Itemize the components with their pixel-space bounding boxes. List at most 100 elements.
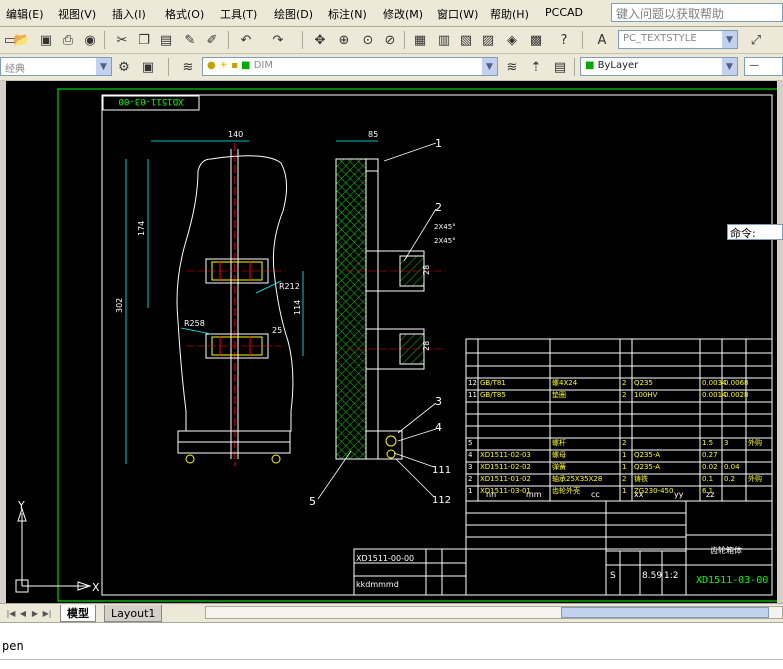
separator: [228, 31, 229, 49]
separator: [168, 58, 169, 76]
bom-cell-w1: 0.27: [702, 451, 718, 459]
bom-cell-w1: 1.5: [702, 439, 713, 447]
tool-palettes-icon[interactable]: ▧: [456, 30, 476, 50]
bom-cell-w1: 0.1: [702, 475, 713, 483]
dim-style-icon[interactable]: ⤢: [746, 30, 766, 50]
copy-icon[interactable]: ❐: [134, 30, 154, 50]
bom-cell-code: XD1511-02-02: [480, 463, 531, 471]
bom-cell-name: 螺杆: [552, 438, 566, 447]
chevron-down-icon[interactable]: ▼: [482, 58, 497, 75]
undo-icon[interactable]: ↶: [236, 30, 256, 50]
color-dropdown[interactable]: ■ ByLayer ▼: [580, 57, 738, 76]
first-tab-icon[interactable]: |◀: [6, 607, 16, 619]
help-icon[interactable]: ?: [554, 30, 574, 50]
command-history-line: pen: [2, 639, 24, 653]
menu-help[interactable]: 帮助(H): [490, 6, 529, 22]
zoom-previous-icon[interactable]: ⊘: [380, 30, 400, 50]
menu-window[interactable]: 窗口(W): [437, 6, 478, 22]
bom-cell-material: Q235-A: [634, 451, 660, 459]
bom-cell-no: 1: [468, 487, 472, 495]
pan-icon[interactable]: ✥: [310, 30, 330, 50]
zoom-realtime-icon[interactable]: ⊕: [334, 30, 354, 50]
paste-icon[interactable]: ▤: [156, 30, 176, 50]
menu-format[interactable]: 格式(O): [165, 6, 204, 22]
bom-cell-note: 外购: [748, 438, 762, 447]
help-search-input[interactable]: 键入问题以获取帮助: [611, 3, 783, 22]
prev-tab-icon[interactable]: ◀: [18, 607, 28, 619]
text-style-icon[interactable]: A: [592, 30, 612, 50]
menu-insert[interactable]: 插入(I): [112, 6, 146, 22]
menu-dimension[interactable]: 标注(N): [328, 6, 367, 22]
bom-cell-code: GB/T81: [480, 379, 506, 387]
text-style-dropdown[interactable]: PC_TEXTSTYLE ▼: [618, 30, 738, 49]
zoom-window-icon[interactable]: ⊙: [358, 30, 378, 50]
chevron-down-icon[interactable]: ▼: [722, 31, 737, 48]
redo-icon[interactable]: ↷: [268, 30, 288, 50]
bom-cell-code: GB/T85: [480, 391, 506, 399]
layer-manager-icon[interactable]: ≋: [178, 57, 198, 77]
bom-cell-qty: 2: [622, 391, 626, 399]
dim-25: 25: [272, 326, 282, 335]
scrollbar-thumb[interactable]: [561, 607, 769, 618]
workspace-save-icon[interactable]: ▣: [138, 57, 158, 77]
bom-cell-w1: 6.1: [702, 487, 713, 495]
menu-draw[interactable]: 绘图(D): [274, 6, 313, 22]
sheet-set-icon[interactable]: ▨: [478, 30, 498, 50]
layers-toolbar: 经典 ▼ ⚙ ▣ ≋ ● ☀ ▪ ■ DIM ▼ ≋ ⇡ ▤ ■ ByLayer…: [0, 54, 783, 81]
design-center-icon[interactable]: ▥: [434, 30, 454, 50]
front-view: 140 R212 R258 174 302 114 25: [115, 130, 304, 466]
color-swatch-icon: ■: [241, 60, 251, 71]
layer-dropdown[interactable]: ● ☀ ▪ ■ DIM ▼: [202, 57, 498, 76]
workspace-settings-icon[interactable]: ⚙: [114, 57, 134, 77]
last-tab-icon[interactable]: ▶|: [42, 607, 52, 619]
bom-cell-qty: 1: [622, 463, 626, 471]
bom-header-cc: cc: [591, 490, 600, 499]
bom-cell-material: Q235: [634, 379, 653, 387]
menu-tools[interactable]: 工具(T): [220, 6, 257, 22]
tab-layout1[interactable]: Layout1: [104, 605, 163, 622]
bom-table: nn mm cc xx yy zz 12 GB/T81 螺4X24 2 Q235 0.00…: [353, 338, 773, 596]
markup-icon[interactable]: ◈: [502, 30, 522, 50]
publish-icon[interactable]: ◉: [80, 30, 100, 50]
menu-pccad[interactable]: PCCAD: [545, 6, 583, 19]
plot-icon[interactable]: ⎙: [58, 30, 78, 50]
open-icon[interactable]: 📂: [12, 30, 32, 50]
save-icon[interactable]: ▣: [36, 30, 56, 50]
block-editor-icon[interactable]: ✐: [202, 30, 222, 50]
dim-174: 174: [137, 221, 146, 236]
menu-modify[interactable]: 修改(M): [383, 6, 423, 22]
bom-cell-code: XD1511-01-02: [480, 475, 531, 483]
menu-view[interactable]: 视图(V): [58, 6, 96, 22]
side-view: 85 28 28 2X45° 2X45° 1 2 3 4 5 111 112: [309, 130, 456, 508]
bom-cell-name: 轴承25X35X28: [552, 474, 602, 483]
balloon-5: 5: [309, 495, 316, 508]
dim-114: 114: [293, 300, 302, 315]
dim-302: 302: [115, 298, 124, 313]
calculator-icon[interactable]: ▩: [526, 30, 546, 50]
bom-cell-qty: 2: [622, 379, 626, 387]
layer-state-icon[interactable]: ▤: [550, 57, 570, 77]
bom-cell-code: XD1511-02-03: [480, 451, 531, 459]
chevron-down-icon[interactable]: ▼: [96, 58, 111, 75]
properties-icon[interactable]: ▦: [410, 30, 430, 50]
make-layer-current-icon[interactable]: ≋: [502, 57, 522, 77]
next-tab-icon[interactable]: ▶: [30, 607, 40, 619]
weight-value: 8.59: [642, 571, 662, 581]
bom-cell-w1: 0.02: [702, 463, 718, 471]
match-properties-icon[interactable]: ✎: [180, 30, 200, 50]
tab-model[interactable]: 模型: [60, 605, 96, 622]
menu-edit[interactable]: 编辑(E): [6, 6, 44, 22]
chevron-down-icon[interactable]: ▼: [722, 58, 737, 75]
linetype-dropdown[interactable]: —: [744, 57, 783, 76]
bom-cell-w2: 0.0068: [724, 379, 749, 387]
chamfer-1: 2X45°: [434, 223, 456, 231]
horizontal-scrollbar[interactable]: [205, 606, 783, 619]
workspace-dropdown[interactable]: 经典 ▼: [0, 57, 112, 76]
layer-previous-icon[interactable]: ⇡: [526, 57, 546, 77]
drawing-canvas[interactable]: XD1511-03-00 140 R212 R258 174 302 114 2…: [6, 81, 777, 603]
command-window[interactable]: pen: [0, 622, 783, 669]
sheet-label: S: [610, 571, 616, 581]
bom-cell-material: 100HV: [634, 391, 658, 399]
dim-r258: R258: [184, 319, 205, 328]
cut-icon[interactable]: ✂: [112, 30, 132, 50]
